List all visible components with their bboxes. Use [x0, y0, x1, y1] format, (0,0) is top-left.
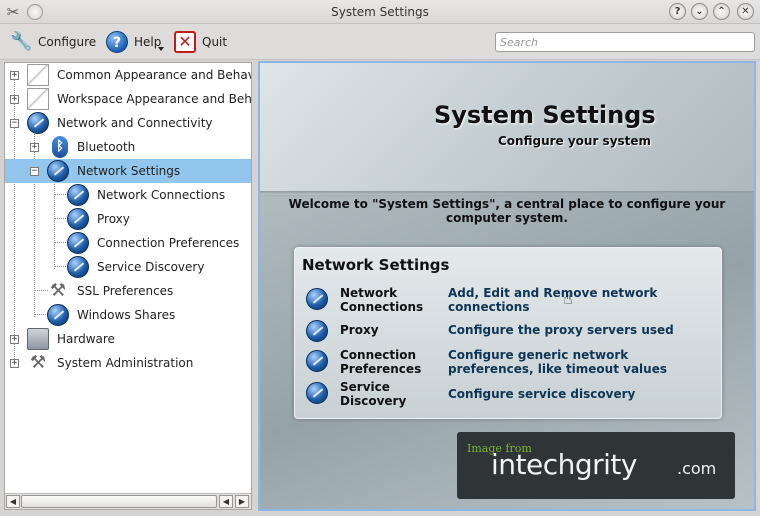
hand-cursor-icon: ☝	[563, 289, 573, 308]
tree-item-label: SSL Preferences	[77, 284, 174, 298]
wrench-icon: 🔧	[10, 31, 33, 52]
globe-icon	[306, 288, 328, 310]
close-button[interactable]: ✕	[737, 3, 754, 20]
collapse-icon[interactable]: −	[30, 166, 39, 176]
tree-item-network-connectivity[interactable]: − Network and Connectivity	[5, 111, 251, 135]
tree-item-label: Common Appearance and Behavior	[57, 68, 252, 82]
horizontal-scrollbar[interactable]: ◀ ◀ ▶	[5, 493, 251, 509]
globe-icon	[47, 304, 69, 326]
page-subtitle: Configure your system	[498, 134, 652, 148]
tree-item-workspace-appearance[interactable]: + Workspace Appearance and Behavior	[5, 87, 251, 111]
tree-item-proxy[interactable]: Proxy	[5, 207, 251, 231]
header-band	[260, 63, 754, 195]
help-dropdown-arrow-icon[interactable]	[158, 47, 164, 51]
globe-icon	[306, 382, 328, 404]
globe-icon	[306, 320, 328, 342]
tree-item-hardware[interactable]: + Hardware	[5, 327, 251, 351]
welcome-text: Welcome to "System Settings", a central …	[288, 197, 726, 225]
scroll-left-icon[interactable]: ◀	[219, 495, 233, 508]
workspace-icon	[27, 88, 49, 110]
expand-icon[interactable]: +	[10, 358, 19, 368]
search-input[interactable]	[495, 32, 755, 52]
help-window-button[interactable]: ?	[669, 3, 686, 20]
tree-item-label: Service Discovery	[97, 260, 205, 274]
appearance-icon	[27, 64, 49, 86]
tree-item-network-settings[interactable]: − Network Settings	[5, 159, 251, 183]
card-item-description[interactable]: Configure generic network preferences, l…	[448, 348, 708, 376]
panel-splitter[interactable]	[253, 62, 257, 510]
watermark-logo-text: intechgrity	[491, 448, 637, 481]
help-button[interactable]: ? Help	[106, 29, 161, 55]
card-item-description[interactable]: Add, Edit and Remove network connections	[448, 286, 708, 314]
card-item-description[interactable]: Configure service discovery	[448, 387, 708, 401]
expand-icon[interactable]: +	[30, 142, 39, 152]
globe-icon	[67, 256, 89, 278]
card-item-name: Proxy	[340, 323, 379, 337]
configure-button[interactable]: 🔧 Configure	[10, 29, 96, 55]
card-item-name: Service Discovery	[340, 380, 407, 408]
maximize-button[interactable]: ⌃	[713, 3, 730, 20]
quit-button[interactable]: ✕ Quit	[174, 29, 227, 55]
card-item-connection-preferences[interactable]: Connection Preferences Configure generic…	[295, 348, 721, 380]
window-title: System Settings	[331, 5, 429, 19]
tree-item-label: Connection Preferences	[97, 236, 240, 250]
tree-item-service-discovery[interactable]: Service Discovery	[5, 255, 251, 279]
watermark-suffix: .com	[677, 459, 717, 478]
hardware-icon	[27, 328, 49, 350]
title-bar: ✂ System Settings ? ⌄ ⌃ ✕	[0, 0, 760, 24]
scrollbar-thumb[interactable]	[21, 495, 217, 508]
bluetooth-icon: ᛒ	[52, 136, 68, 158]
tree-item-connection-preferences[interactable]: Connection Preferences	[5, 231, 251, 255]
tree-item-label: Network and Connectivity	[57, 116, 213, 130]
quit-label: Quit	[202, 35, 228, 49]
help-icon: ?	[106, 31, 128, 53]
scroll-left-icon[interactable]: ◀	[6, 495, 20, 508]
tree-item-windows-shares[interactable]: Windows Shares	[5, 303, 251, 327]
scroll-right-icon[interactable]: ▶	[235, 495, 249, 508]
tree-item-bluetooth[interactable]: + ᛒ Bluetooth	[5, 135, 251, 159]
card-title: Network Settings	[302, 256, 450, 274]
globe-icon	[27, 112, 49, 134]
card-item-description[interactable]: Configure the proxy servers used	[448, 323, 708, 337]
expand-icon[interactable]: +	[10, 334, 19, 344]
card-item-name: Connection Preferences	[340, 348, 422, 376]
globe-icon	[306, 350, 328, 372]
tree-item-label: Hardware	[57, 332, 115, 346]
tree-item-label: Proxy	[97, 212, 130, 226]
network-settings-card: Network Settings Network Connections Add…	[294, 247, 722, 419]
tree-item-label: Bluetooth	[77, 140, 136, 154]
tree-item-ssl-preferences[interactable]: ⚒ SSL Preferences	[5, 279, 251, 303]
tree-item-label: Network Settings	[77, 164, 181, 178]
tree-item-system-administration[interactable]: + ⚒ System Administration	[5, 351, 251, 375]
globe-icon	[67, 232, 89, 254]
tools-icon: ⚒	[29, 352, 47, 373]
tree-item-label: System Administration	[57, 356, 194, 370]
tree-item-label: Workspace Appearance and Behavior	[57, 92, 252, 106]
minimize-button[interactable]: ⌄	[691, 3, 708, 20]
card-item-network-connections[interactable]: Network Connections Add, Edit and Remove…	[295, 286, 721, 318]
quit-icon: ✕	[174, 31, 196, 53]
expand-icon[interactable]: +	[10, 70, 19, 80]
tree-item-network-connections[interactable]: Network Connections	[5, 183, 251, 207]
overview-panel: System Settings Configure your system We…	[258, 61, 756, 511]
collapse-icon[interactable]: −	[10, 118, 19, 128]
globe-icon	[67, 184, 89, 206]
tree-item-label: Network Connections	[97, 188, 226, 202]
card-item-service-discovery[interactable]: Service Discovery Configure service disc…	[295, 380, 721, 412]
card-item-name: Network Connections	[340, 286, 424, 314]
expand-icon[interactable]: +	[10, 94, 19, 104]
tree-item-label: Windows Shares	[77, 308, 176, 322]
tools-icon: ⚒	[49, 280, 67, 301]
configure-label: Configure	[38, 35, 97, 49]
tree-item-common-appearance[interactable]: + Common Appearance and Behavior	[5, 63, 251, 87]
globe-icon	[67, 208, 89, 230]
watermark: Image from intechgrity .com	[457, 432, 735, 499]
page-title: System Settings	[434, 101, 656, 129]
globe-icon	[47, 160, 69, 182]
category-tree: + Common Appearance and Behavior + Works…	[4, 62, 252, 510]
